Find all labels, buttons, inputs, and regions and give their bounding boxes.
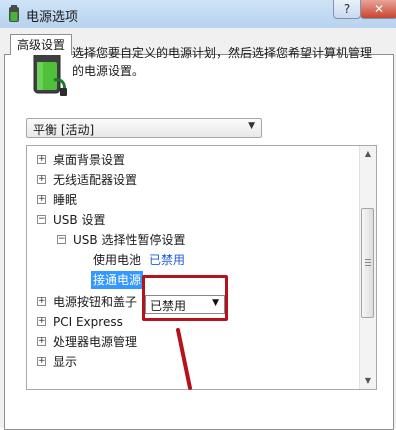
grip-line: [365, 265, 371, 266]
expand-icon[interactable]: +: [37, 357, 46, 366]
tree-item-label: 显示: [53, 355, 78, 369]
tree-item-label: 桌面背景设置: [53, 153, 126, 167]
close-icon: ✕: [373, 2, 385, 16]
grip-line: [365, 259, 371, 260]
annotation-highlight-box: [142, 275, 228, 321]
tree-item-label: USB 选择性暂停设置: [73, 233, 186, 247]
settings-tree[interactable]: + 桌面背景设置 + 无线适配器设置 + 睡眠 − USB 设置 − USB 选…: [26, 145, 377, 390]
window-title: 电源选项: [26, 10, 79, 25]
battery-plug-icon: [9, 5, 19, 22]
tree-item-label: USB 设置: [53, 213, 106, 227]
tree-item-label: 电源按钮和盖子: [53, 295, 138, 309]
expand-icon[interactable]: +: [37, 317, 46, 326]
title-bar: 电源选项 ? ✕: [0, 0, 396, 29]
expand-icon[interactable]: +: [37, 175, 46, 184]
expand-icon[interactable]: +: [37, 297, 46, 306]
scroll-thumb[interactable]: [361, 208, 374, 318]
scroll-down-icon[interactable]: ▼: [360, 373, 376, 389]
tree-item-label-selected: 接通电源: [91, 271, 144, 289]
power-plan-select[interactable]: 平衡 [活动] ▼: [26, 118, 262, 138]
tree-item-label: 睡眠: [53, 193, 78, 207]
power-plan-value: 平衡 [活动]: [33, 123, 95, 137]
expand-icon[interactable]: +: [37, 155, 46, 164]
tree-item-label: 处理器电源管理: [53, 335, 138, 349]
tree-item-label: 无线适配器设置: [53, 173, 138, 187]
chevron-down-icon: ▼: [248, 121, 255, 131]
scroll-up-icon[interactable]: ▲: [360, 146, 376, 162]
help-icon: ?: [343, 2, 351, 16]
tree-item-label: PCI Express: [53, 315, 123, 329]
on-battery-value-link[interactable]: 已禁用: [149, 251, 185, 269]
expand-icon[interactable]: +: [37, 195, 46, 204]
tree-scrollbar[interactable]: ▲ ▼: [359, 146, 376, 389]
tab-advanced-settings[interactable]: 高级设置: [10, 34, 73, 55]
expand-icon[interactable]: +: [37, 337, 46, 346]
description-text: 选择您要自定义的电源计划，然后选择您希望计算机管理的电源设置。: [72, 46, 373, 78]
close-button[interactable]: ✕: [360, 0, 396, 19]
tree-item-label: 使用电池: [93, 253, 142, 267]
help-button[interactable]: ?: [333, 0, 361, 19]
collapse-icon[interactable]: −: [57, 235, 66, 244]
collapse-icon[interactable]: −: [37, 215, 46, 224]
grip-line: [365, 262, 371, 263]
